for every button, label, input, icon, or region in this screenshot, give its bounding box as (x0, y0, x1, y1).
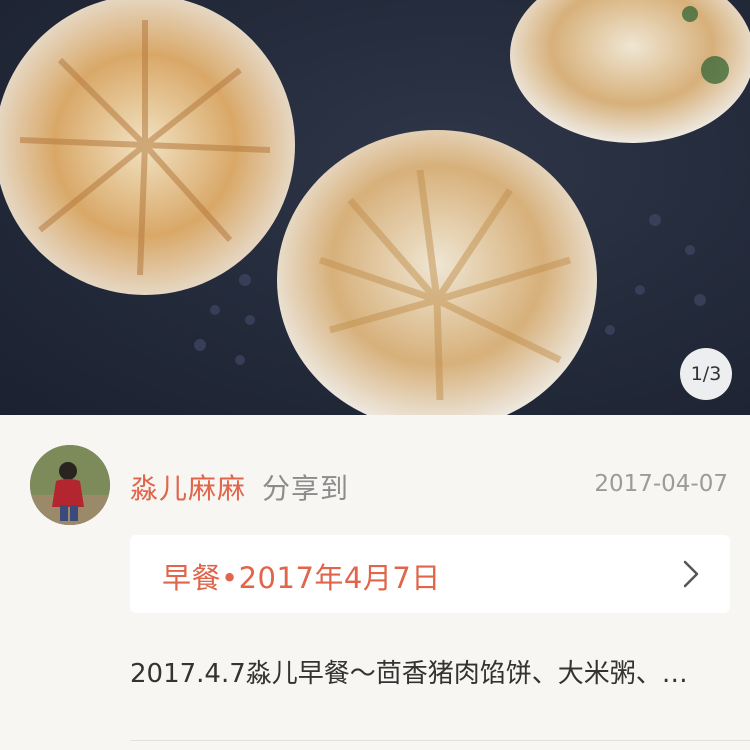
post-info: 淼儿麻麻 分享到 2017-04-07 早餐•2017年4月7日 2017.4.… (0, 415, 750, 750)
image-counter: 1/3 (680, 348, 732, 400)
pancakes-image (0, 0, 750, 415)
avatar[interactable] (30, 445, 110, 525)
avatar-image (30, 445, 110, 525)
author-name[interactable]: 淼儿麻麻 (130, 467, 246, 507)
divider (130, 740, 750, 741)
album-label: 早餐•2017年4月7日 (162, 561, 441, 595)
album-link[interactable]: 早餐•2017年4月7日 (130, 535, 730, 613)
post-photo[interactable]: 1/3 (0, 0, 750, 415)
chevron-right-icon (682, 559, 700, 593)
share-label: 分享到 (262, 472, 350, 505)
post-description: 2017.4.7淼儿早餐～茴香猪肉馅饼、大米粥、… (130, 659, 688, 689)
post-date: 2017-04-07 (594, 471, 728, 497)
